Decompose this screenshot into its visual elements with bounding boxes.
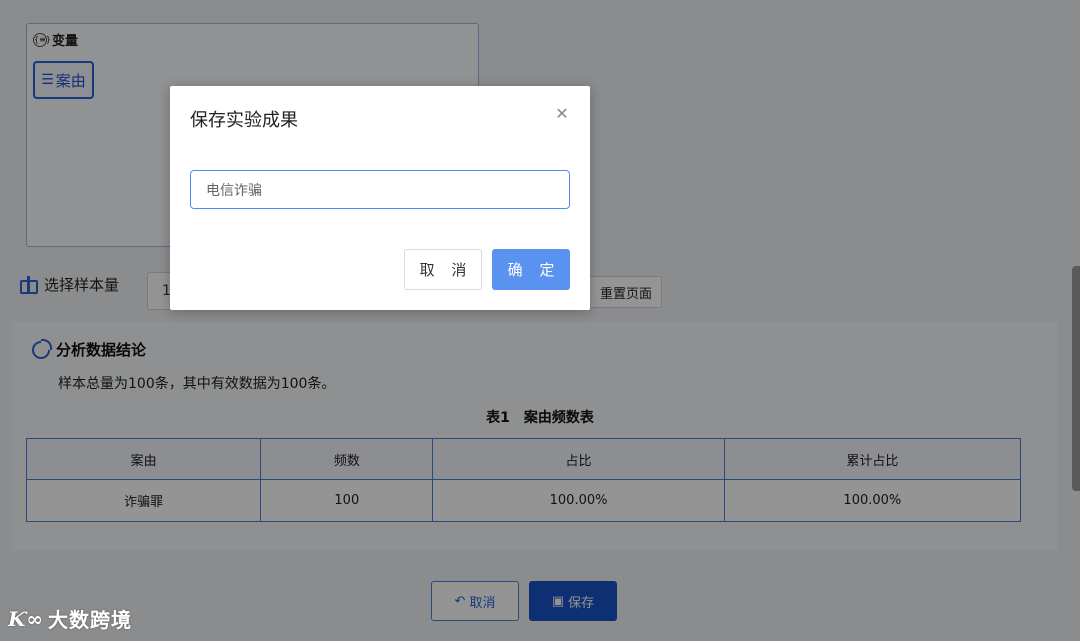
watermark-logo: Ƙ∞: [8, 606, 45, 631]
result-name-input[interactable]: [190, 170, 570, 209]
dialog-cancel-button[interactable]: 取 消: [404, 249, 482, 290]
dialog-confirm-button[interactable]: 确 定: [492, 249, 570, 290]
dialog-title: 保存实验成果: [190, 110, 298, 131]
watermark-text: 大数跨境: [48, 608, 133, 632]
watermark: Ƙ∞ 大数跨境: [8, 604, 132, 633]
save-result-dialog: 保存实验成果 ✕ 取 消 确 定: [170, 86, 590, 310]
close-icon[interactable]: ✕: [554, 106, 570, 122]
